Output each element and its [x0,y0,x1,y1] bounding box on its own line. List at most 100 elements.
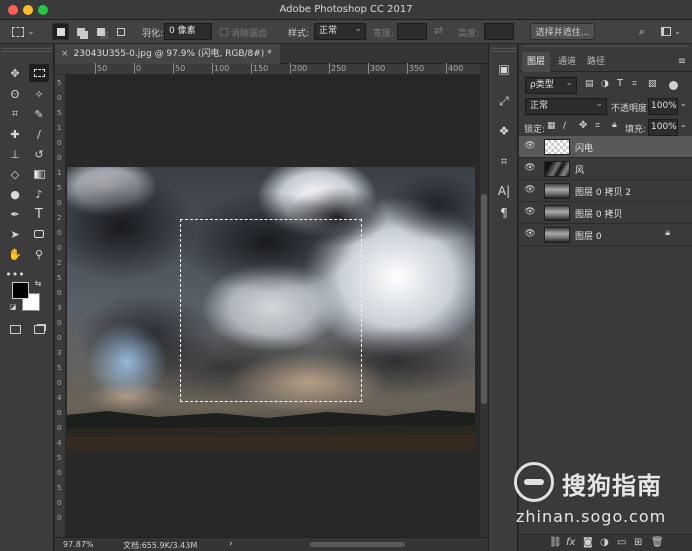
select-and-mask-button[interactable]: 选择并遮住... [530,23,595,40]
type-filter-icon[interactable]: T [617,78,623,89]
subtract-from-selection-button[interactable] [92,23,109,40]
foreground-color-swatch[interactable] [12,282,29,299]
close-tab-icon[interactable]: × [61,49,69,59]
lasso-tool-icon[interactable]: ʘ [5,85,25,103]
type-tool-icon[interactable]: T [29,205,49,223]
style-select[interactable]: 正常 [314,22,366,40]
new-selection-button[interactable] [52,23,69,40]
lock-pixels-icon[interactable]: ∕ [563,121,566,131]
workspace-switcher[interactable]: ⌄ [656,23,686,40]
vertical-ruler: 505100150200250300350400450500 [55,75,66,537]
shape-filter-icon[interactable]: ⌗ [632,79,637,89]
tab-channels[interactable]: 通道 [553,52,581,72]
filter-toggle[interactable] [669,81,678,90]
layer-row[interactable]: 👁︎ 图层 0 🔒︎ [519,224,692,246]
lock-artboard-icon[interactable]: ⌗ [595,121,600,131]
paragraph-panel-icon[interactable]: ¶ [495,204,513,222]
new-group-icon[interactable]: ▭ [617,537,626,548]
rectangular-marquee-tool-icon[interactable] [29,64,49,82]
default-colors-icon[interactable]: ◪ [8,302,18,312]
fill-input[interactable]: 100% [648,119,678,136]
width-input[interactable] [397,23,427,40]
eye-icon[interactable]: 👁︎ [524,185,536,197]
quick-mask-icon[interactable] [5,320,25,338]
marquee-selection[interactable] [180,219,362,402]
search-icon[interactable]: ⌕ [634,23,650,40]
screen-mode-icon[interactable] [29,320,49,338]
healing-brush-tool-icon[interactable]: ✚ [5,125,25,143]
layer-row[interactable]: 👁︎ 图层 0 拷贝 [519,202,692,224]
eyedropper-tool-icon[interactable]: ✎ [29,105,49,123]
move-tool-icon[interactable]: ✥ [5,64,25,82]
path-selection-tool-icon[interactable]: ➤ [5,225,25,243]
add-to-selection-button[interactable] [72,23,89,40]
adjustment-filter-icon[interactable]: ◑ [601,79,609,89]
adjustments-panel-icon[interactable]: ⤢ [495,92,513,110]
learn-panel-icon[interactable]: ▣ [495,60,513,78]
eye-icon[interactable]: 👁︎ [524,229,536,241]
ruler-label: 5 [57,484,62,492]
libraries-panel-icon[interactable]: ❖ [495,122,513,140]
tab-layers[interactable]: 图层 [522,52,551,72]
vertical-scrollbar[interactable] [480,64,488,537]
smart-object-filter-icon[interactable]: ▨ [648,79,657,89]
image-filter-icon[interactable]: ▤ [585,79,594,89]
opacity-input[interactable]: 100% [648,98,678,115]
eraser-tool-icon[interactable]: ◇ [5,165,25,183]
edit-toolbar-icon[interactable]: ••• [5,265,25,283]
brush-tool-icon[interactable]: ∕ [29,125,49,143]
chevron-down-icon[interactable]: ⌄ [680,99,687,108]
ruler-label: 0 [57,319,62,327]
tool-preset-picker[interactable]: ⌄ [6,23,40,40]
pen-tool-icon[interactable]: ✒ [5,205,25,223]
vertical-scroll-thumb[interactable] [481,194,487,404]
tab-paths[interactable]: 路径 [582,52,610,72]
document-tab[interactable]: × 23043U355-0.jpg @ 97.9% (闪电, RGB/8#) * [55,44,280,64]
adjustment-layer-icon[interactable]: ◑ [600,537,609,548]
swap-dimensions-icon[interactable]: ⇄ [434,24,443,37]
new-layer-icon[interactable]: ⊞ [634,537,642,548]
chevron-down-icon[interactable]: ⌄ [680,120,687,129]
blur-tool-icon[interactable]: ● [5,185,25,203]
hand-tool-icon[interactable]: ✋ [5,245,25,263]
eye-icon[interactable]: 👁︎ [524,163,536,175]
layers-panel-footer: ⛓ fx ◙ ◑ ▭ ⊞ 🗑︎ [519,534,692,551]
feather-input[interactable]: 0 像素 [164,23,212,40]
history-brush-tool-icon[interactable]: ↺ [29,145,49,163]
ruler-label: 5 [57,79,62,87]
lock-transparency-icon[interactable]: ▦ [547,121,556,131]
status-menu-arrow[interactable]: › [229,539,233,549]
horizontal-scroll-thumb[interactable] [310,542,405,547]
antialias-checkbox[interactable] [220,28,228,36]
magic-wand-tool-icon[interactable]: ✧ [29,85,49,103]
layer-row[interactable]: 👁︎ 图层 0 拷贝 2 [519,180,692,202]
dock-collapse-handle[interactable] [492,48,516,52]
zoom-level[interactable]: 97.87% [63,540,94,549]
layer-style-icon[interactable]: fx [566,537,575,548]
lock-all-icon[interactable]: 🔒︎ [612,120,617,130]
character-panel-icon[interactable]: A| [495,182,513,200]
layer-filter-select[interactable]: ρ类型 [525,76,577,94]
layer-row[interactable]: 👁︎ 闪电 [519,136,692,158]
panel-menu-icon[interactable]: ≡ [678,56,686,67]
eye-icon[interactable]: 👁︎ [524,141,536,153]
intersect-selection-button[interactable] [112,23,129,40]
delete-layer-icon[interactable]: 🗑︎ [651,537,664,548]
height-input[interactable] [484,23,514,40]
crop-tool-icon[interactable]: ⌗ [5,105,25,123]
rectangle-shape-tool-icon[interactable] [29,225,49,243]
lock-position-icon[interactable]: ✥ [579,120,587,131]
layer-row[interactable]: 👁︎ 风 [519,158,692,180]
toolbar-collapse-handle[interactable] [2,48,52,52]
eye-icon[interactable]: 👁︎ [524,207,536,219]
link-layers-icon[interactable]: ⛓ [549,537,562,548]
blend-mode-select[interactable]: 正常 [525,97,607,115]
dodge-tool-icon[interactable]: ♪ [29,185,49,203]
zoom-tool-icon[interactable]: ⚲ [29,245,49,263]
add-mask-icon[interactable]: ◙ [583,537,593,548]
panel-collapse-handle[interactable] [523,46,688,50]
gradient-tool-icon[interactable] [29,165,49,183]
properties-panel-icon[interactable]: ⌗ [495,152,513,170]
clone-stamp-tool-icon[interactable]: ⊥ [5,145,25,163]
swap-colors-icon[interactable]: ⇆ [33,278,43,288]
